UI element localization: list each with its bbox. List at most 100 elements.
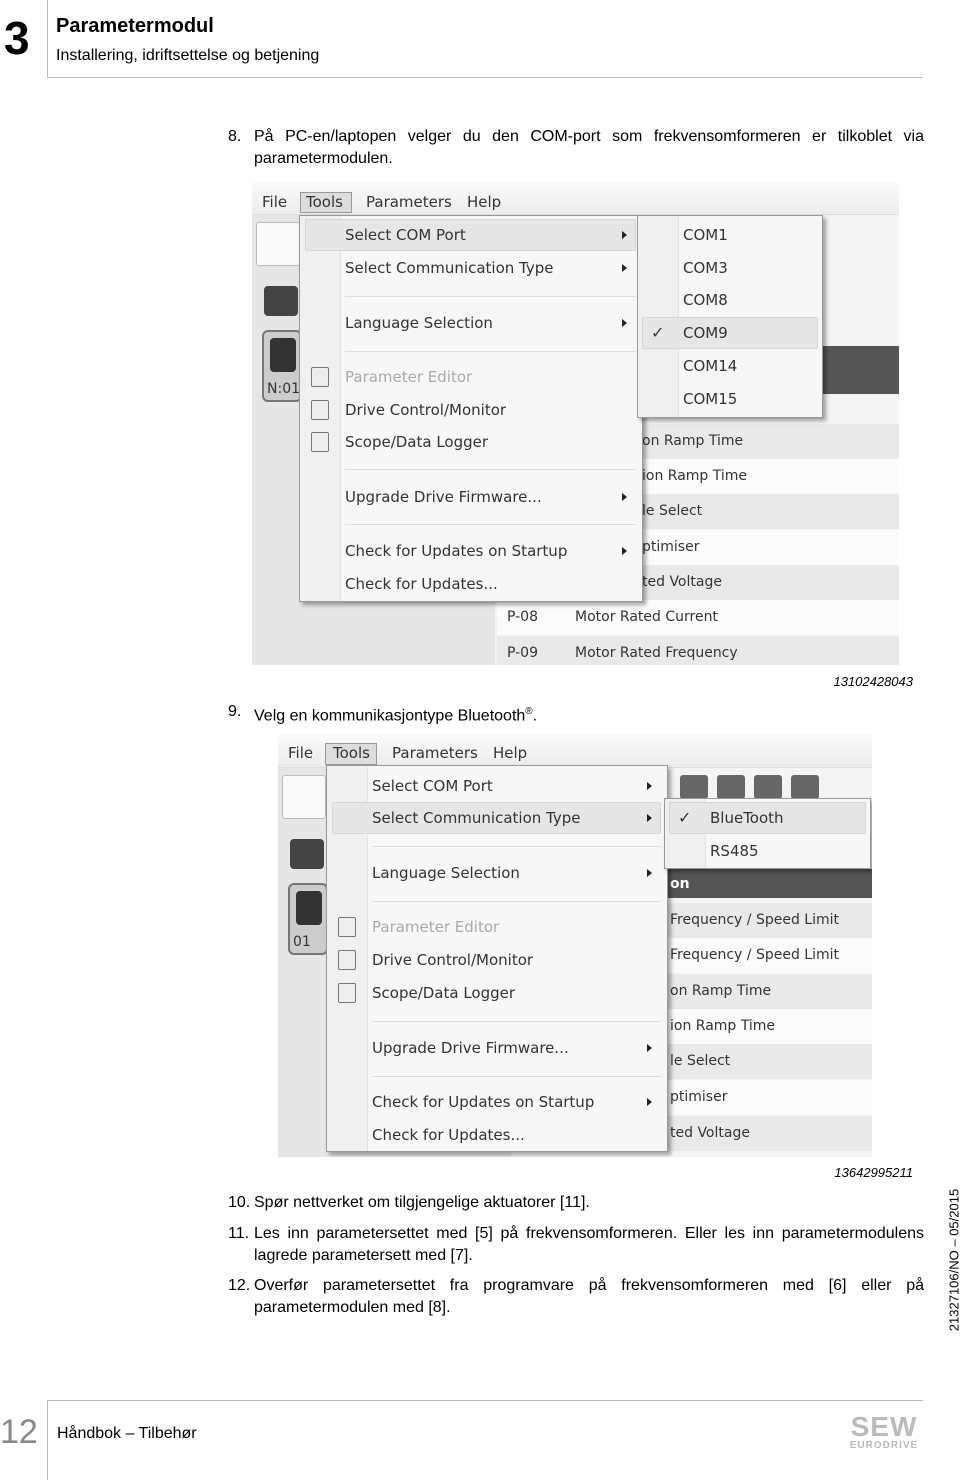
parameter-name: Motor Rated Current xyxy=(575,609,718,625)
menu-separator xyxy=(372,846,661,847)
menu-tools[interactable]: Tools xyxy=(306,193,343,211)
drive-status-icon xyxy=(290,839,324,869)
chevron-right-icon xyxy=(647,814,652,822)
menu-item[interactable]: Upgrade Drive Firmware... xyxy=(345,488,542,506)
parameter-name: Motor Rated Frequency xyxy=(575,645,738,661)
chevron-right-icon xyxy=(647,1098,652,1106)
menu-separator xyxy=(345,351,636,352)
chevron-right-icon xyxy=(622,231,627,239)
step-number: 10. xyxy=(228,1194,251,1211)
screenshot-com-port: N:01 on Ramp Time ion Ramp Time le Select pt… xyxy=(252,182,899,665)
transfer-arrow-icon[interactable] xyxy=(754,775,782,799)
menu-item[interactable]: Upgrade Drive Firmware... xyxy=(372,1039,569,1057)
submenu-item-highlight xyxy=(642,317,818,349)
menu-separator xyxy=(372,901,661,902)
submenu-item[interactable]: COM9 xyxy=(683,324,728,342)
menu-separator xyxy=(372,1076,661,1077)
parameter-name: Frequency / Speed Limit xyxy=(670,947,839,963)
drive-icon xyxy=(270,338,296,372)
submenu-item[interactable]: COM14 xyxy=(683,357,737,375)
toolbar-list-icon[interactable] xyxy=(282,775,326,819)
toolbar-list-icon[interactable] xyxy=(256,222,300,266)
device-card[interactable]: 01 xyxy=(288,883,328,955)
menu-item[interactable]: Drive Control/Monitor xyxy=(372,951,533,969)
figure-caption: 13102428043 xyxy=(833,674,913,689)
device-card[interactable]: N:01 xyxy=(262,330,302,402)
menu-tools[interactable]: Tools xyxy=(333,744,370,762)
menu-item[interactable]: Scope/Data Logger xyxy=(372,984,515,1002)
transfer-arrow-icon[interactable] xyxy=(717,775,745,799)
tools-menu: Select COM Port Select Communication Type… xyxy=(299,215,643,602)
step-text-main: Velg en kommunikasjontype Bluetooth xyxy=(254,707,526,725)
submenu: ✓ BlueTooth RS485 xyxy=(664,798,871,869)
transfer-arrow-icon[interactable] xyxy=(680,775,708,799)
menu-item[interactable]: Language Selection xyxy=(345,314,493,332)
submenu: COM1 COM3 COM8 ✓ COM9 COM14 COM15 xyxy=(637,215,823,418)
submenu-item[interactable]: BlueTooth xyxy=(710,809,784,827)
tools-menu: Select COM Port Select Communication Type… xyxy=(326,765,668,1152)
parameter-name: ion Ramp Time xyxy=(670,1018,776,1034)
figure-caption: 13642995211 xyxy=(834,1165,913,1180)
parameter-name: le Select xyxy=(642,503,703,519)
document-code: 21327106/NO – 05/2015 xyxy=(944,1180,960,1340)
menu-item[interactable]: Drive Control/Monitor xyxy=(345,401,506,419)
chevron-right-icon xyxy=(622,547,627,555)
check-icon: ✓ xyxy=(651,323,665,342)
parameter-code: P-08 xyxy=(507,609,539,625)
parameter-name: ptimiser xyxy=(670,1089,728,1105)
divider xyxy=(47,77,923,78)
device-label: N:01 xyxy=(267,381,301,397)
menu-parameters[interactable]: Parameters xyxy=(366,193,452,211)
menu-parameters[interactable]: Parameters xyxy=(392,744,478,762)
registered-mark: ® xyxy=(525,706,533,717)
menu-item[interactable]: Parameter Editor xyxy=(345,368,472,386)
chevron-right-icon xyxy=(622,493,627,501)
sew-eurodrive-logo: SEW EURODRIVE xyxy=(849,1411,919,1452)
transfer-arrow-icon[interactable] xyxy=(791,775,819,799)
submenu-item[interactable]: COM15 xyxy=(683,390,737,408)
menu-help[interactable]: Help xyxy=(467,193,501,211)
menu-item[interactable]: Check for Updates on Startup xyxy=(345,542,567,560)
step-text: Velg en kommunikasjontype Bluetooth®. xyxy=(254,701,537,727)
list-icon xyxy=(338,917,356,937)
menu-item[interactable]: Parameter Editor xyxy=(372,918,499,936)
divider xyxy=(47,1400,923,1401)
menu-item[interactable]: Check for Updates... xyxy=(345,575,498,593)
device-label: 01 xyxy=(293,934,311,950)
scope-icon xyxy=(338,983,356,1003)
menu-separator xyxy=(372,1021,661,1022)
chevron-right-icon xyxy=(622,319,627,327)
screenshot-communication-type: 01 on Frequency / Speed Limit Frequency / S… xyxy=(278,735,872,1157)
parameter-name: ted Voltage xyxy=(670,1125,750,1141)
drive-status-icon xyxy=(264,286,298,316)
menu-item[interactable]: Language Selection xyxy=(372,864,520,882)
parameter-name: ptimiser xyxy=(642,539,700,555)
menu-file[interactable]: File xyxy=(262,193,287,211)
step-text: Overfør parametersettet fra programvare … xyxy=(254,1277,924,1316)
menu-item[interactable]: Select COM Port xyxy=(345,226,466,244)
menu-help[interactable]: Help xyxy=(493,744,527,762)
divider xyxy=(47,1400,48,1480)
menu-item[interactable]: Check for Updates... xyxy=(372,1126,525,1144)
monitor-icon xyxy=(338,950,356,970)
menu-item[interactable]: Select Communication Type xyxy=(345,259,554,277)
chevron-right-icon xyxy=(647,1044,652,1052)
menu-item[interactable]: Check for Updates on Startup xyxy=(372,1093,594,1111)
page-subtitle: Installering, idriftsettelse og betjenin… xyxy=(56,47,320,64)
step-text: Les inn parametersettet med [5] på frekv… xyxy=(254,1225,924,1264)
submenu-item[interactable]: RS485 xyxy=(710,842,759,860)
submenu-item[interactable]: COM3 xyxy=(683,259,728,277)
monitor-icon xyxy=(311,400,329,420)
menu-item[interactable]: Select Communication Type xyxy=(372,809,581,827)
chevron-right-icon xyxy=(647,782,652,790)
menu-item[interactable]: Select COM Port xyxy=(372,777,493,795)
menu-file[interactable]: File xyxy=(288,744,313,762)
menu-item[interactable]: Scope/Data Logger xyxy=(345,433,488,451)
parameter-name: on Ramp Time xyxy=(642,433,744,449)
submenu-item[interactable]: COM1 xyxy=(683,226,728,244)
document-code-text: 21327106/NO – 05/2015 xyxy=(946,1188,960,1332)
step-number: 11. xyxy=(228,1225,250,1242)
menu-separator xyxy=(345,469,636,470)
step-number: 9. xyxy=(228,703,242,720)
submenu-item[interactable]: COM8 xyxy=(683,291,728,309)
